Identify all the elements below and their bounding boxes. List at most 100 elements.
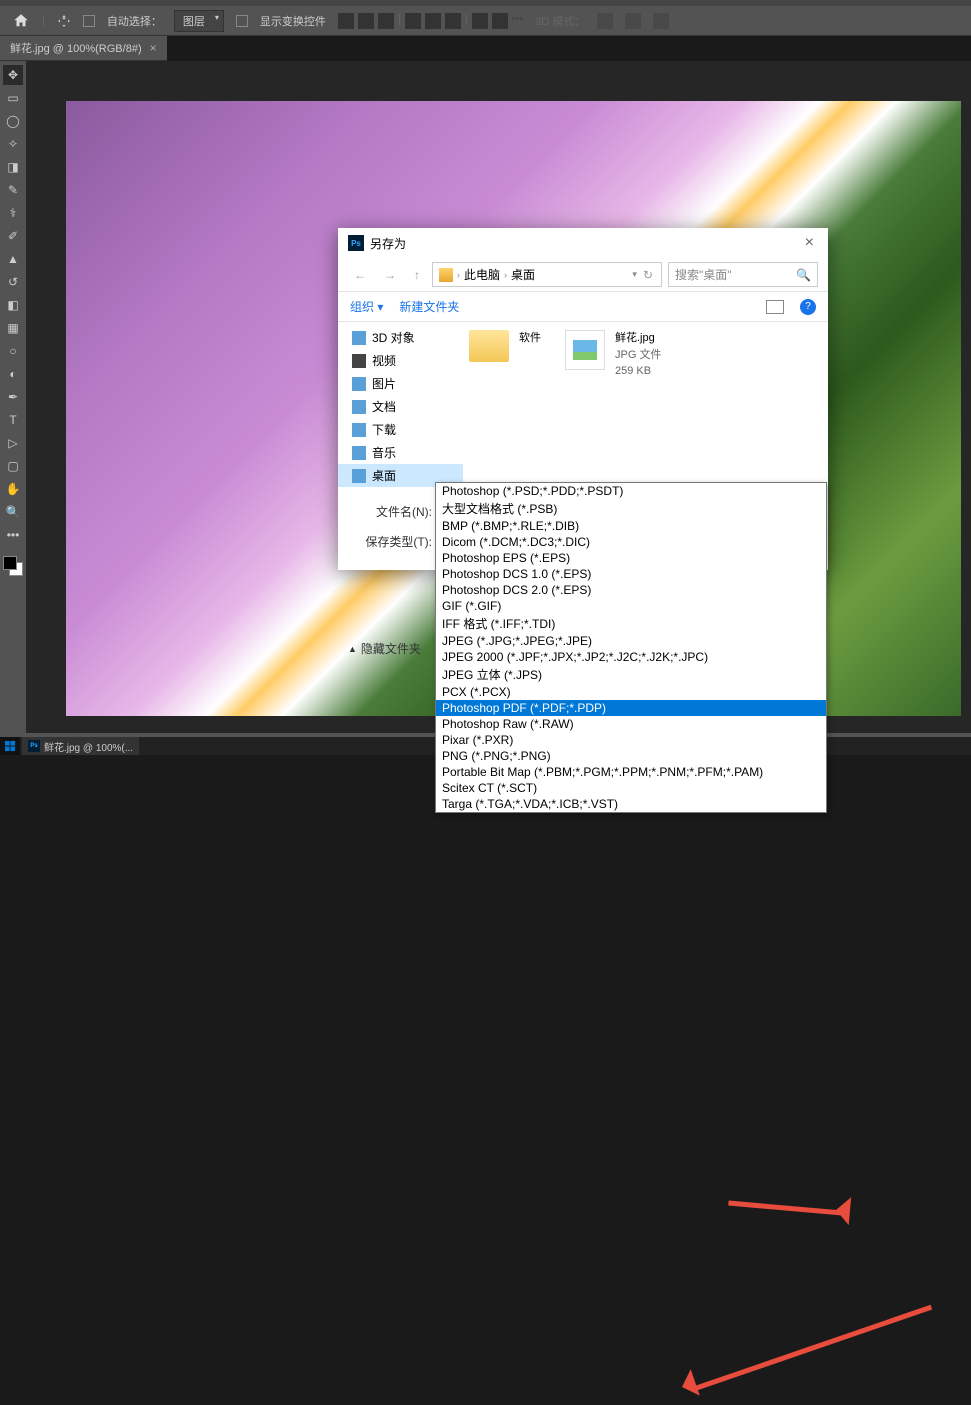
zoom-tool[interactable]: 🔍 (3, 502, 23, 522)
stamp-tool[interactable]: ▲ (3, 249, 23, 269)
auto-select-checkbox[interactable] (83, 15, 95, 27)
healing-tool[interactable]: ⚕ (3, 203, 23, 223)
folder-icon (469, 330, 509, 362)
breadcrumb-desktop[interactable]: 桌面 (511, 266, 535, 283)
align-icon[interactable] (378, 13, 394, 29)
folder-icon (352, 354, 366, 368)
filetype-options-list[interactable]: Photoshop (*.PSD;*.PDD;*.PSDT)大型文档格式 (*.… (435, 482, 827, 813)
sidebar-item[interactable]: 视频 (338, 349, 463, 372)
folder-icon (352, 331, 366, 345)
format-option[interactable]: Scitex CT (*.SCT) (436, 780, 826, 796)
layer-target-dropdown[interactable]: 图层 (174, 10, 224, 32)
format-option[interactable]: Photoshop DCS 2.0 (*.EPS) (436, 582, 826, 598)
new-folder-button[interactable]: 新建文件夹 (399, 298, 459, 315)
format-option[interactable]: Photoshop (*.PSD;*.PDD;*.PSDT) (436, 483, 826, 499)
blur-tool[interactable]: ○ (3, 341, 23, 361)
sidebar-item[interactable]: 图片 (338, 372, 463, 395)
filetype-label: 保存类型(T): (352, 533, 432, 550)
dialog-titlebar: Ps 另存为 × (338, 228, 828, 258)
3d-icon (653, 13, 669, 29)
close-icon[interactable]: × (801, 234, 818, 252)
format-option[interactable]: Portable Bit Map (*.PBM;*.PGM;*.PPM;*.PN… (436, 764, 826, 780)
chevron-down-icon[interactable]: ▾ (632, 269, 637, 280)
sidebar-item[interactable]: 3D 对象 (338, 326, 463, 349)
taskbar-app[interactable]: Ps 鲜花.jpg @ 100%(... (22, 737, 139, 755)
sidebar-item-label: 下载 (372, 421, 396, 438)
crop-tool[interactable]: ◨ (3, 157, 23, 177)
dodge-tool[interactable]: ◐ (3, 364, 23, 384)
sidebar-item[interactable]: 音乐 (338, 441, 463, 464)
marquee-tool[interactable]: ▭ (3, 88, 23, 108)
hand-tool[interactable]: ✋ (3, 479, 23, 499)
dialog-title-text: 另存为 (370, 235, 406, 252)
format-option[interactable]: JPEG (*.JPG;*.JPEG;*.JPE) (436, 633, 826, 649)
chevron-icon: ▲ (348, 644, 357, 654)
help-icon[interactable]: ? (800, 299, 816, 315)
format-option[interactable]: BMP (*.BMP;*.RLE;*.DIB) (436, 518, 826, 534)
close-icon[interactable]: × (150, 41, 157, 55)
start-button[interactable] (0, 737, 20, 755)
eyedropper-tool[interactable]: ✎ (3, 180, 23, 200)
search-input[interactable]: 搜索"桌面" 🔍 (668, 262, 818, 287)
document-tab[interactable]: 鲜花.jpg @ 100%(RGB/8#) × (0, 36, 167, 61)
format-option[interactable]: Photoshop Raw (*.RAW) (436, 716, 826, 732)
sidebar-item-label: 文档 (372, 398, 396, 415)
sidebar-item[interactable]: 下载 (338, 418, 463, 441)
path-select-tool[interactable]: ▷ (3, 433, 23, 453)
format-option[interactable]: PNG (*.PNG;*.PNG) (436, 748, 826, 764)
foreground-color[interactable] (3, 556, 17, 570)
refresh-icon[interactable]: ↻ (641, 268, 655, 282)
format-option[interactable]: Pixar (*.PXR) (436, 732, 826, 748)
shape-tool[interactable]: ▢ (3, 456, 23, 476)
dist-icon[interactable] (472, 13, 488, 29)
format-option[interactable]: 大型文档格式 (*.PSB) (436, 499, 826, 518)
photoshop-icon: Ps (28, 740, 40, 752)
move-tool[interactable]: ✥ (3, 65, 23, 85)
list-item[interactable]: 鲜花.jpg JPG 文件 259 KB (565, 330, 661, 380)
more-tool[interactable]: ••• (3, 525, 23, 545)
lasso-tool[interactable]: ◯ (3, 111, 23, 131)
align-icon[interactable] (338, 13, 354, 29)
dist-icon[interactable] (445, 13, 461, 29)
format-option[interactable]: Photoshop DCS 1.0 (*.EPS) (436, 566, 826, 582)
history-brush-tool[interactable]: ↺ (3, 272, 23, 292)
format-option[interactable]: GIF (*.GIF) (436, 598, 826, 614)
dist-icon[interactable] (405, 13, 421, 29)
forward-icon[interactable]: → (378, 266, 402, 284)
search-icon: 🔍 (796, 268, 811, 282)
eraser-tool[interactable]: ◧ (3, 295, 23, 315)
folder-icon (352, 377, 366, 391)
sidebar-item[interactable]: 文档 (338, 395, 463, 418)
format-option[interactable]: Dicom (*.DCM;*.DC3;*.DIC) (436, 534, 826, 550)
format-option[interactable]: PCX (*.PCX) (436, 684, 826, 700)
format-option[interactable]: JPEG 立体 (*.JPS) (436, 665, 826, 684)
dist-icon[interactable] (425, 13, 441, 29)
format-option[interactable]: IFF 格式 (*.IFF;*.TDI) (436, 614, 826, 633)
brush-tool[interactable]: ✐ (3, 226, 23, 246)
pen-tool[interactable]: ✒ (3, 387, 23, 407)
sidebar-item-label: 3D 对象 (372, 329, 415, 346)
breadcrumb[interactable]: › 此电脑 › 桌面 ▾ ↻ (432, 262, 662, 287)
format-option[interactable]: Photoshop EPS (*.EPS) (436, 550, 826, 566)
dist-icon[interactable] (492, 13, 508, 29)
type-tool[interactable]: T (3, 410, 23, 430)
gradient-tool[interactable]: ▦ (3, 318, 23, 338)
breadcrumb-pc[interactable]: 此电脑 (464, 266, 500, 283)
show-transform-checkbox[interactable] (236, 15, 248, 27)
file-type: JPG 文件 (615, 347, 661, 364)
sidebar-item-label: 视频 (372, 352, 396, 369)
color-swatches[interactable] (3, 556, 23, 576)
home-icon[interactable] (12, 12, 30, 30)
up-icon[interactable]: ↑ (408, 266, 426, 284)
organize-dropdown[interactable]: 组织 ▾ (350, 298, 383, 315)
hide-folders-toggle[interactable]: ▲ 隐藏文件夹 (348, 640, 421, 657)
align-icon[interactable] (358, 13, 374, 29)
format-option[interactable]: Photoshop PDF (*.PDF;*.PDP) (436, 700, 826, 716)
folder-icon (439, 268, 453, 282)
format-option[interactable]: JPEG 2000 (*.JPF;*.JPX;*.JP2;*.J2C;*.J2K… (436, 649, 826, 665)
format-option[interactable]: Targa (*.TGA;*.VDA;*.ICB;*.VST) (436, 796, 826, 812)
list-item[interactable]: 软件 (469, 330, 541, 362)
back-icon[interactable]: ← (348, 266, 372, 284)
view-options-icon[interactable] (766, 300, 784, 314)
magic-wand-tool[interactable]: ✧ (3, 134, 23, 154)
